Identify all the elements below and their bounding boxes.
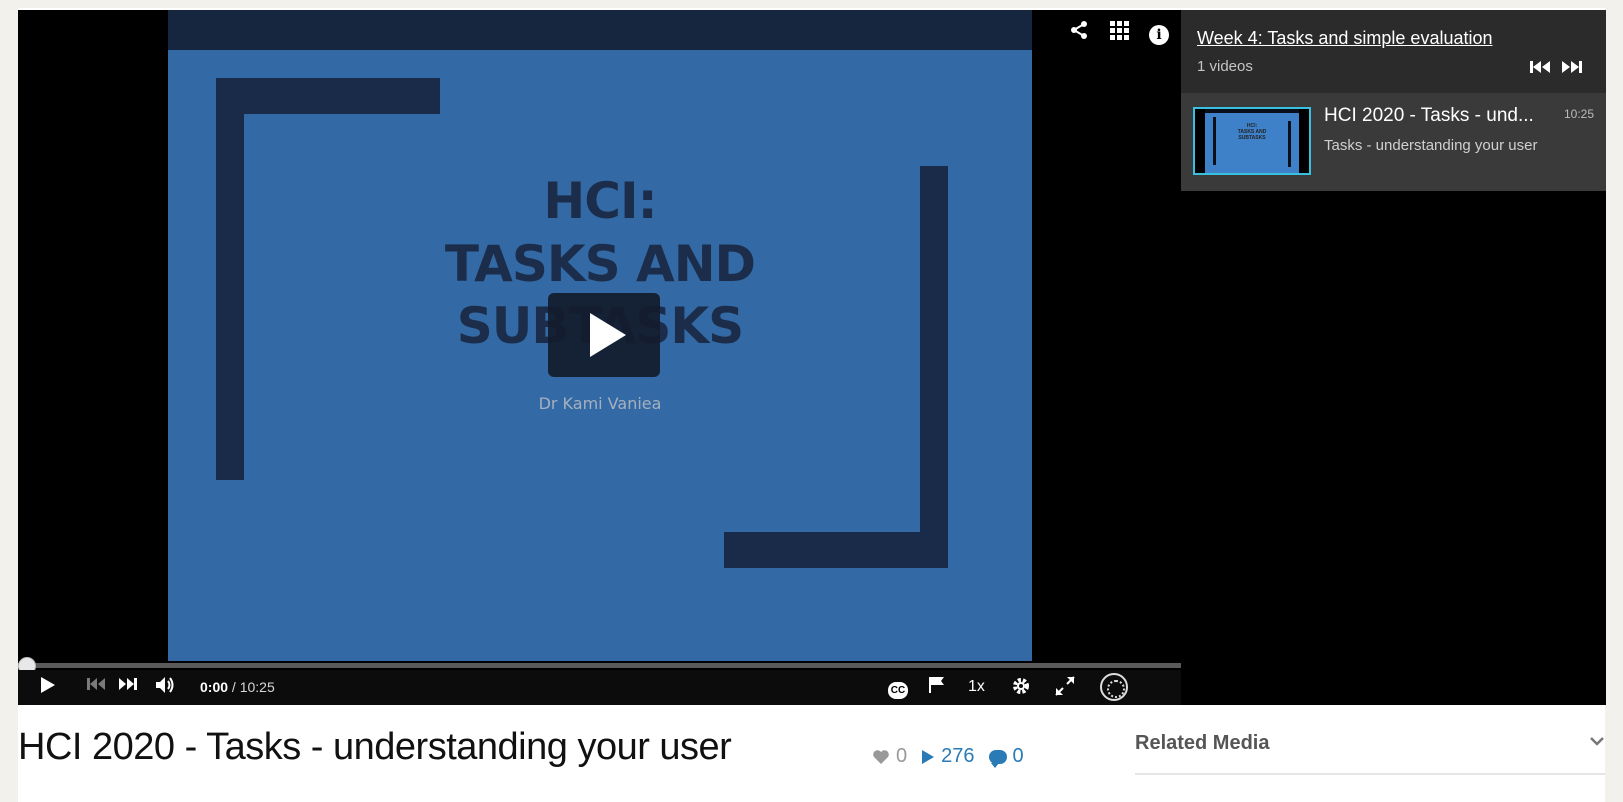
playlist-panel: Week 4: Tasks and simple evaluation 1 vi… — [1181, 10, 1606, 705]
related-media-toggle[interactable]: Related Media — [1135, 730, 1605, 775]
chevron-down-icon — [1589, 730, 1605, 751]
volume-icon[interactable] — [155, 676, 175, 699]
player-top-icons: i — [1068, 20, 1170, 46]
total-duration: / 10:25 — [231, 679, 275, 695]
big-play-button[interactable] — [548, 293, 660, 377]
playlist-item-duration: 10:25 — [1563, 107, 1594, 121]
plays-stat: 276 — [921, 745, 975, 768]
heart-icon — [873, 749, 889, 764]
fullscreen-icon[interactable] — [1055, 676, 1075, 701]
thumbnail-slide-text: HCI: TASKS AND SUBTASKS — [1205, 123, 1299, 141]
grid-icon[interactable] — [1108, 20, 1130, 46]
plays-count: 276 — [941, 745, 975, 767]
comments-count: 0 — [1012, 745, 1024, 767]
play-icon[interactable] — [40, 676, 56, 699]
likes-count: 0 — [896, 745, 908, 767]
playlist-item-description: Tasks - understanding your user — [1324, 137, 1538, 154]
previous-icon[interactable] — [86, 676, 106, 696]
next-icon[interactable] — [118, 676, 138, 696]
comments-button[interactable]: 0 — [988, 745, 1024, 768]
gear-icon[interactable] — [1011, 676, 1031, 701]
related-media-label: Related Media — [1135, 732, 1270, 754]
comment-icon — [988, 749, 1007, 768]
info-icon[interactable]: i — [1148, 22, 1170, 45]
media-stats: 0 276 0 — [872, 745, 1024, 768]
playlist-item-thumbnail: HCI: TASKS AND SUBTASKS — [1193, 107, 1311, 175]
flag-icon[interactable] — [928, 676, 946, 699]
media-title: HCI 2020 - Tasks - understanding your us… — [18, 726, 732, 768]
playlist-count: 1 videos — [1197, 58, 1253, 75]
university-logo — [1100, 673, 1128, 706]
likes-button[interactable]: 0 — [872, 745, 907, 768]
current-time: 0:00 — [200, 679, 229, 695]
playlist-previous-icon[interactable] — [1529, 60, 1551, 77]
playback-speed-button[interactable]: 1x — [968, 678, 985, 696]
thumbnail-bar — [1205, 109, 1299, 113]
video-area[interactable]: HCI: TASKS AND SUBTASKS Dr Kami Vaniea i — [18, 10, 1181, 661]
thumbnail-text-line: SUBTASKS — [1238, 135, 1266, 141]
closed-captions-label: CC — [888, 682, 908, 699]
progress-bar[interactable] — [18, 663, 1181, 668]
page: HCI: TASKS AND SUBTASKS Dr Kami Vaniea i — [18, 8, 1606, 802]
play-count-icon — [922, 749, 935, 764]
time-display: 0:00 / 10:25 — [200, 679, 275, 695]
share-icon[interactable] — [1068, 20, 1090, 46]
thumbnail-slide — [1205, 109, 1299, 173]
playlist-item-title: HCI 2020 - Tasks - und... — [1324, 105, 1534, 126]
playlist-item[interactable]: HCI: TASKS AND SUBTASKS HCI 2020 - Tasks… — [1181, 93, 1606, 191]
playlist-next-icon[interactable] — [1561, 60, 1583, 77]
control-bar: 0:00 / 10:25 CC 1x — [18, 670, 1181, 705]
video-player: HCI: TASKS AND SUBTASKS Dr Kami Vaniea i — [18, 10, 1606, 705]
closed-captions-button[interactable]: CC — [888, 678, 908, 699]
playlist-title-link[interactable]: Week 4: Tasks and simple evaluation — [1197, 28, 1493, 49]
playlist-header: Week 4: Tasks and simple evaluation 1 vi… — [1181, 10, 1606, 93]
